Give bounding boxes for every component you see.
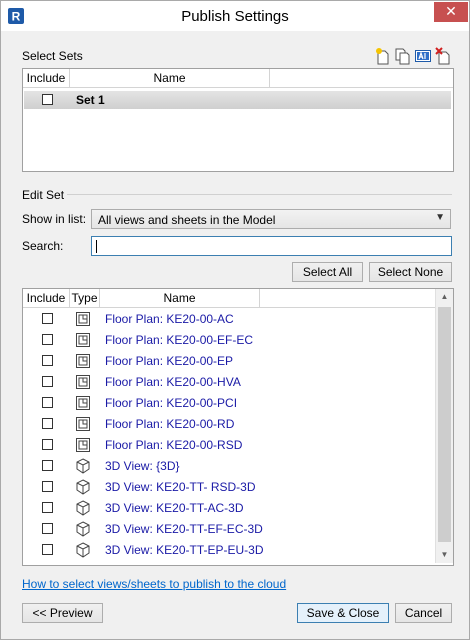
select-all-button[interactable]: Select All: [292, 262, 363, 282]
select-none-button[interactable]: Select None: [369, 262, 452, 282]
view-name: Floor Plan: KE20-00-EP: [105, 354, 234, 368]
include-column-header[interactable]: Include: [23, 69, 70, 87]
view-row[interactable]: Floor Plan: KE20-00-EF-EC: [23, 330, 433, 351]
view-include-checkbox[interactable]: [42, 460, 53, 471]
set-include-checkbox[interactable]: [42, 94, 53, 105]
floor-plan-icon: [76, 333, 90, 347]
sets-list: Include Name Set 1: [22, 68, 454, 172]
3d-view-icon: [76, 500, 90, 516]
scroll-down-icon[interactable]: ▼: [436, 547, 453, 563]
preview-button[interactable]: << Preview: [22, 603, 103, 623]
search-label: Search:: [22, 239, 64, 253]
view-include-checkbox[interactable]: [42, 523, 53, 534]
view-row[interactable]: 3D View: {3D}: [23, 456, 433, 477]
floor-plan-icon: [76, 312, 90, 326]
view-include-checkbox[interactable]: [42, 376, 53, 387]
floor-plan-icon: [76, 375, 90, 389]
3d-view-icon: [76, 479, 90, 495]
view-row[interactable]: 3D View: KE20-TT-EF-EC-3D: [23, 519, 433, 540]
view-name: 3D View: KE20-TT-EF-EC-3D: [105, 522, 263, 536]
set-row[interactable]: Set 1: [24, 91, 451, 109]
publish-help-link[interactable]: How to select views/sheets to publish to…: [22, 577, 286, 591]
3d-view-icon: [76, 521, 90, 537]
view-row[interactable]: Floor Plan: KE20-00-RSD: [23, 435, 433, 456]
cancel-button[interactable]: Cancel: [395, 603, 452, 623]
view-row[interactable]: 3D View: KE20-TT-EP-EU-3D: [23, 540, 433, 561]
name-column-header[interactable]: Name: [70, 69, 270, 87]
view-include-checkbox[interactable]: [42, 502, 53, 513]
scrollbar-thumb[interactable]: [438, 307, 451, 542]
publish-settings-dialog: R Publish Settings ✕ Select Sets Include…: [0, 0, 470, 640]
view-name: Floor Plan: KE20-00-EF-EC: [105, 333, 254, 347]
save-close-button[interactable]: Save & Close: [297, 603, 389, 623]
view-name: 3D View: KE20-TT-EP-EU-3D: [105, 543, 264, 557]
view-row[interactable]: Floor Plan: KE20-00-PCI: [23, 393, 433, 414]
floor-plan-icon: [76, 438, 90, 452]
close-button[interactable]: ✕: [434, 2, 468, 22]
scroll-up-icon[interactable]: ▲: [436, 289, 453, 305]
view-include-checkbox[interactable]: [42, 439, 53, 450]
text-caret: [96, 240, 97, 253]
chevron-down-icon: ▼: [435, 212, 445, 223]
view-include-checkbox[interactable]: [42, 418, 53, 429]
show-in-list-dropdown[interactable]: All views and sheets in the Model ▼: [91, 209, 451, 229]
rename-set-icon[interactable]: [415, 47, 431, 65]
view-include-checkbox[interactable]: [42, 544, 53, 555]
edit-set-label: Edit Set: [22, 188, 65, 202]
search-input[interactable]: [91, 236, 452, 256]
select-sets-label: Select Sets: [22, 49, 83, 63]
views-scrollbar[interactable]: ▲ ▼: [435, 289, 453, 563]
3d-view-icon: [76, 458, 90, 474]
view-name: 3D View: KE20-TT- RSD-3D: [105, 480, 256, 494]
view-row[interactable]: Floor Plan: KE20-00-RD: [23, 414, 433, 435]
window-title: Publish Settings: [181, 8, 289, 25]
view-include-checkbox[interactable]: [42, 313, 53, 324]
show-in-list-label: Show in list:: [22, 212, 87, 226]
view-include-checkbox[interactable]: [42, 481, 53, 492]
view-name: Floor Plan: KE20-00-AC: [105, 312, 234, 326]
floor-plan-icon: [76, 396, 90, 410]
include-column-header[interactable]: Include: [23, 289, 70, 307]
duplicate-set-icon[interactable]: [395, 47, 411, 65]
set-name: Set 1: [76, 93, 105, 107]
view-row[interactable]: Floor Plan: KE20-00-HVA: [23, 372, 433, 393]
title-bar: R Publish Settings ✕: [1, 1, 469, 31]
view-include-checkbox[interactable]: [42, 397, 53, 408]
view-name: 3D View: KE20-TT-AC-3D: [105, 501, 244, 515]
new-set-icon[interactable]: [375, 47, 391, 65]
view-name: Floor Plan: KE20-00-HVA: [105, 375, 241, 389]
view-name: Floor Plan: KE20-00-PCI: [105, 396, 238, 410]
floor-plan-icon: [76, 354, 90, 368]
view-name: 3D View: {3D}: [105, 459, 180, 473]
views-grid-header: Include Type Name: [23, 289, 453, 308]
view-include-checkbox[interactable]: [42, 334, 53, 345]
edit-set-divider: [67, 194, 452, 195]
view-row[interactable]: Floor Plan: KE20-00-EP: [23, 351, 433, 372]
views-list: Include Type Name Floor Plan: KE20-00-AC…: [22, 288, 454, 566]
3d-view-icon: [76, 542, 90, 558]
type-column-header[interactable]: Type: [70, 289, 100, 307]
sets-grid-header: Include Name: [23, 69, 453, 88]
view-row[interactable]: Floor Plan: KE20-00-AC: [23, 309, 433, 330]
view-name: Floor Plan: KE20-00-RD: [105, 417, 235, 431]
name-column-header[interactable]: Name: [100, 289, 260, 307]
delete-set-icon[interactable]: [435, 47, 451, 65]
floor-plan-icon: [76, 417, 90, 431]
view-row[interactable]: 3D View: KE20-TT- RSD-3D: [23, 477, 433, 498]
view-include-checkbox[interactable]: [42, 355, 53, 366]
view-name: Floor Plan: KE20-00-RSD: [105, 438, 243, 452]
view-row[interactable]: 3D View: KE20-TT-AC-3D: [23, 498, 433, 519]
show-in-list-value: All views and sheets in the Model: [98, 213, 276, 227]
